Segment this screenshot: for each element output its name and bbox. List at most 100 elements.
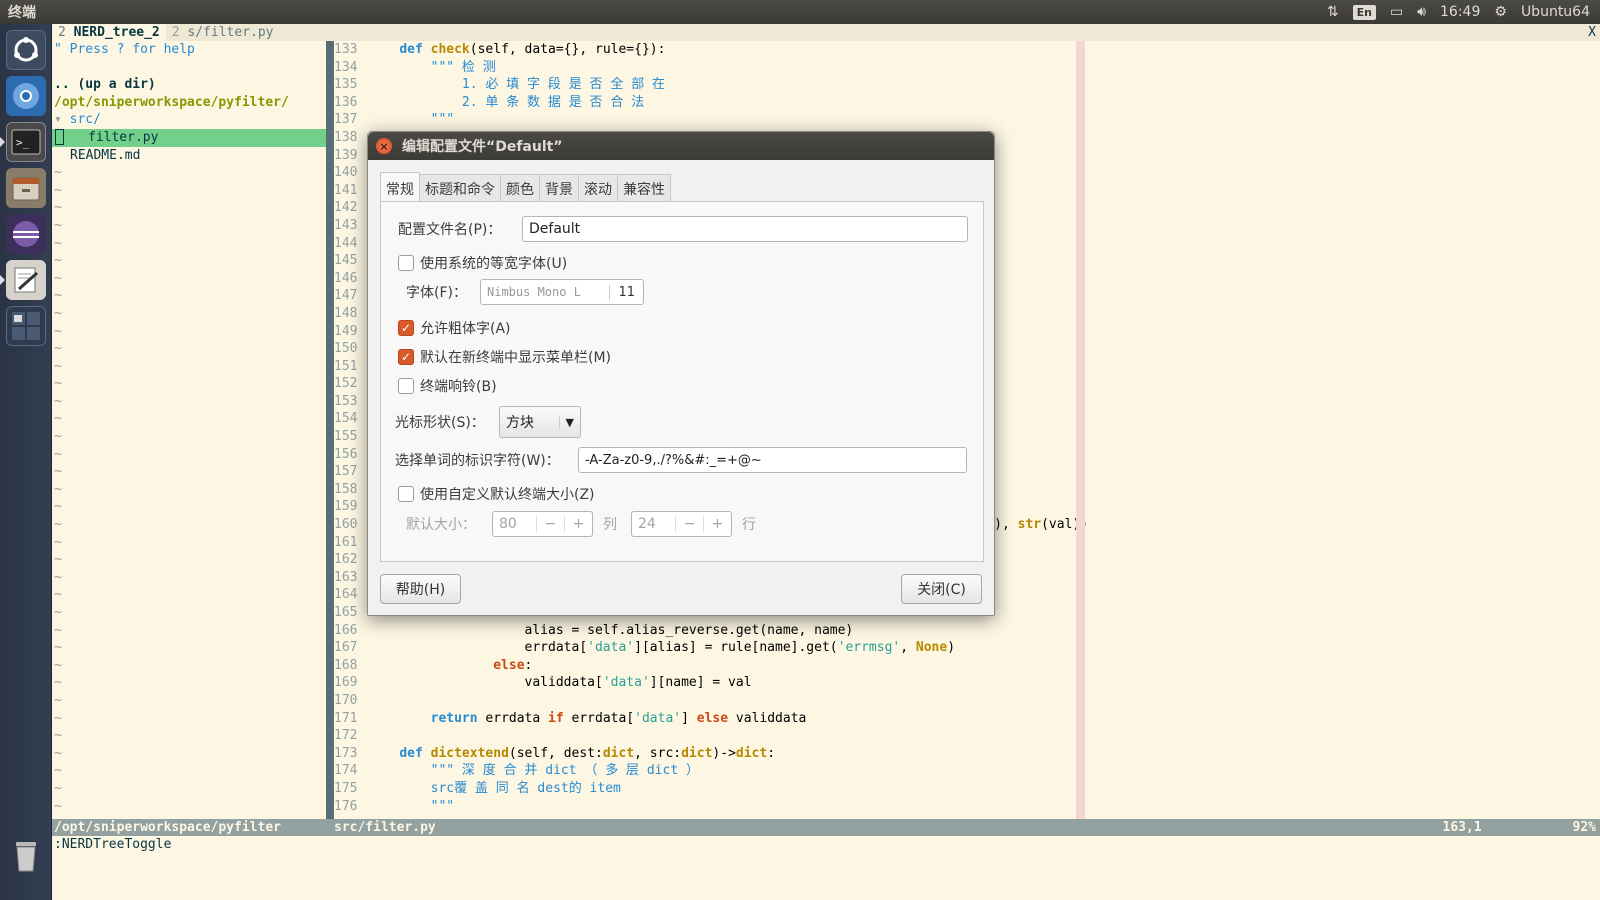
font-picker-button[interactable]: Nimbus Mono L 11 xyxy=(480,279,644,305)
bell-check[interactable] xyxy=(398,378,414,394)
line-number: 167 xyxy=(334,640,358,656)
eclipse-icon[interactable] xyxy=(6,214,46,254)
top-panel: 终端 ⇅ En ▭ 🔊︎ 16:49 ⚙ Ubuntu64 xyxy=(0,0,1600,24)
tab-general[interactable]: 常规 xyxy=(380,172,420,202)
rows-plus-button[interactable]: + xyxy=(703,516,731,532)
show-menubar-check[interactable]: ✓ xyxy=(398,349,414,365)
nerdtree-file-selected[interactable]: filter.py xyxy=(52,128,326,147)
rows-minus-button[interactable]: − xyxy=(675,516,703,532)
empty-line-tilde: ~ xyxy=(54,640,62,656)
volume-icon[interactable]: 🔊︎ xyxy=(1417,4,1426,20)
network-icon[interactable]: ⇅ xyxy=(1327,4,1339,20)
line-number: 133 xyxy=(334,42,358,57)
terminal-icon[interactable]: >_ xyxy=(6,122,46,162)
empty-line-tilde: ~ xyxy=(54,341,62,357)
empty-line-tilde: ~ xyxy=(54,200,62,216)
clock[interactable]: 16:49 xyxy=(1440,4,1480,20)
cols-spinner[interactable]: 80 − + xyxy=(492,511,593,537)
nerdtree-root[interactable]: /opt/sniperworkspace/pyfilter/ xyxy=(52,94,326,112)
code-line[interactable]: 133 def check(self, data={}, rule={}): xyxy=(334,41,1600,59)
code-line[interactable]: 168 else: xyxy=(334,657,1600,675)
profile-name-input[interactable]: Default xyxy=(522,216,968,242)
close-button[interactable]: 关闭(C) xyxy=(901,574,982,604)
user-name[interactable]: Ubuntu64 xyxy=(1521,4,1590,20)
code-line[interactable]: 135 1. 必 填 字 段 是 否 全 部 在 xyxy=(334,76,1600,94)
cursor-shape-select[interactable]: 方块 ▼ xyxy=(499,406,581,438)
empty-line-tilde: ~ xyxy=(54,552,62,568)
code-line[interactable]: 169 validdata['data'][name] = val xyxy=(334,674,1600,692)
line-number: 140 xyxy=(334,165,358,181)
ubuntu-dash-icon[interactable] xyxy=(6,30,46,70)
allow-bold-check[interactable]: ✓ xyxy=(398,320,414,336)
code-line[interactable]: 172 xyxy=(334,727,1600,745)
nerdtree-dir[interactable]: ▾ src/ xyxy=(52,111,326,129)
tab-title-command[interactable]: 标题和命令 xyxy=(419,174,501,202)
line-number: 169 xyxy=(334,675,358,691)
general-tab-panel: 配置文件名(P)： Default 使用系统的等宽字体(U) 字体(F)： Ni… xyxy=(380,201,984,562)
empty-line-tilde: ~ xyxy=(54,270,62,286)
code-line[interactable]: 171 return errdata if errdata['data'] el… xyxy=(334,710,1600,728)
tab-scrolling[interactable]: 滚动 xyxy=(578,174,618,202)
cols-minus-button[interactable]: − xyxy=(536,516,564,532)
code-line[interactable]: 134 """ 检 测 xyxy=(334,59,1600,77)
empty-line-tilde: ~ xyxy=(54,358,62,374)
font-size: 11 xyxy=(609,284,643,300)
bell-checkbox[interactable]: 终端响铃(B) xyxy=(398,376,497,396)
tab-background[interactable]: 背景 xyxy=(539,174,579,202)
allow-bold-checkbox[interactable]: ✓ 允许粗体字(A) xyxy=(398,318,511,338)
code-line[interactable]: 175 src覆 盖 同 名 dest的 item xyxy=(334,780,1600,798)
word-chars-input[interactable]: -A-Za-z0-9,./?%&#:_=+@~ xyxy=(578,447,967,473)
code-line[interactable]: 167 errdata['data'][alias] = rule[name].… xyxy=(334,639,1600,657)
close-icon[interactable]: × xyxy=(376,138,392,154)
cols-plus-button[interactable]: + xyxy=(564,516,592,532)
vim-tab[interactable]: 2 s/filter.py xyxy=(166,24,280,41)
vim-tab-active[interactable]: 2 NERD_tree_2 xyxy=(52,24,166,41)
gear-icon[interactable]: ⚙ xyxy=(1494,4,1507,20)
nerdtree-panel[interactable]: " Press ? for help .. (up a dir) /opt/sn… xyxy=(52,41,326,819)
input-method-indicator[interactable]: En xyxy=(1352,4,1376,20)
empty-line-tilde: ~ xyxy=(54,235,62,251)
line-number: 171 xyxy=(334,710,358,726)
code-line[interactable]: 137 """ xyxy=(334,111,1600,129)
help-button[interactable]: 帮助(H) xyxy=(380,574,461,604)
code-line[interactable]: 166 alias = self.alias_reverse.get(name,… xyxy=(334,622,1600,640)
vim-split-divider[interactable] xyxy=(326,41,334,819)
code-text: """ xyxy=(430,798,455,814)
use-system-font-check[interactable] xyxy=(398,255,414,271)
line-number: 141 xyxy=(334,182,358,198)
tab-colors[interactable]: 颜色 xyxy=(500,174,540,202)
line-number: 137 xyxy=(334,112,358,128)
workspace-switcher-icon[interactable] xyxy=(6,306,46,346)
custom-size-checkbox[interactable]: 使用自定义默认终端大小(Z) xyxy=(398,484,595,504)
empty-line-tilde: ~ xyxy=(54,587,62,603)
text-editor-icon[interactable] xyxy=(6,260,46,300)
tab-compatibility[interactable]: 兼容性 xyxy=(617,174,671,202)
trash-icon[interactable] xyxy=(6,836,46,876)
file-manager-icon[interactable] xyxy=(6,168,46,208)
code-line[interactable]: 173 def dictextend(self, dest:dict, src:… xyxy=(334,745,1600,763)
nerdtree-up-dir[interactable]: .. (up a dir) xyxy=(52,76,326,94)
battery-icon[interactable]: ▭ xyxy=(1390,4,1403,20)
use-system-font-checkbox[interactable]: 使用系统的等宽字体(U) xyxy=(398,253,567,273)
code-line[interactable]: 174 """ 深 度 合 并 dict （ 多 层 dict ） xyxy=(334,762,1600,780)
line-number: 166 xyxy=(334,622,358,638)
code-line[interactable]: 136 2. 单 条 数 据 是 否 合 法 xyxy=(334,94,1600,112)
code-text: return errdata if errdata['data'] else v… xyxy=(430,710,807,726)
line-number: 163 xyxy=(334,569,358,585)
code-line[interactable]: 170 xyxy=(334,692,1600,710)
custom-size-check[interactable] xyxy=(398,486,414,502)
empty-line-tilde: ~ xyxy=(54,780,62,796)
code-text: validdata['data'][name] = val xyxy=(368,675,752,691)
dialog-titlebar[interactable]: × 编辑配置文件“Default” xyxy=(368,132,994,160)
empty-line-tilde: ~ xyxy=(54,728,62,744)
code-line[interactable]: 176 """ xyxy=(334,798,1600,816)
vim-statusline: /opt/sniperworkspace/pyfilter src/filter… xyxy=(52,819,1600,836)
rows-spinner[interactable]: 24 − + xyxy=(631,511,732,537)
cursor-shape-label: 光标形状(S)： xyxy=(395,415,485,431)
nerdtree-file[interactable]: README.md xyxy=(52,147,326,165)
show-menubar-checkbox[interactable]: ✓ 默认在新终端中显示菜单栏(M) xyxy=(398,347,611,367)
line-number: 173 xyxy=(334,745,358,761)
chromium-icon[interactable] xyxy=(6,76,46,116)
vim-cmdline[interactable]: :NERDTreeToggle xyxy=(52,836,1600,853)
vim-tab-close[interactable]: X xyxy=(1588,24,1600,41)
